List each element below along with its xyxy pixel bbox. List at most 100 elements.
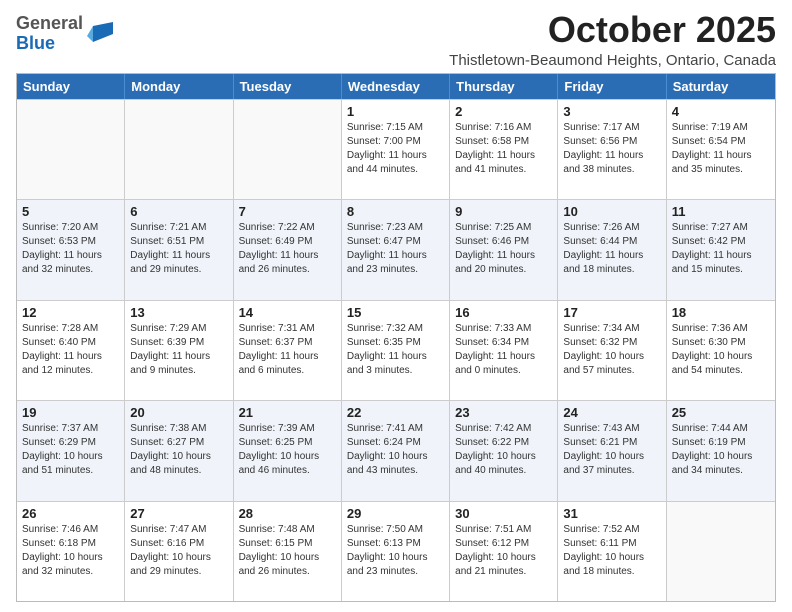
day-info: Sunrise: 7:15 AM Sunset: 7:00 PM Dayligh…: [347, 121, 444, 177]
day-info: Sunrise: 7:48 AM Sunset: 6:15 PM Dayligh…: [239, 523, 336, 579]
day-info: Sunrise: 7:27 AM Sunset: 6:42 PM Dayligh…: [672, 221, 770, 277]
day-info: Sunrise: 7:16 AM Sunset: 6:58 PM Dayligh…: [455, 121, 552, 177]
day-cell-15: 15 Sunrise: 7:32 AM Sunset: 6:35 PM Dayli…: [342, 301, 450, 400]
day-info: Sunrise: 7:41 AM Sunset: 6:24 PM Dayligh…: [347, 422, 444, 478]
day-info: Sunrise: 7:47 AM Sunset: 6:16 PM Dayligh…: [130, 523, 227, 579]
header-day-thursday: Thursday: [450, 74, 558, 99]
day-cell-31: 31 Sunrise: 7:52 AM Sunset: 6:11 PM Dayli…: [558, 502, 666, 601]
day-number: 31: [563, 506, 660, 521]
day-cell-16: 16Sunrise: 7:33 AM Sunset: 6:34 PM Dayli…: [450, 301, 558, 400]
day-number: 19: [22, 405, 119, 420]
day-number: 30: [455, 506, 552, 521]
week-2: 5Sunrise: 7:20 AM Sunset: 6:53 PM Daylig…: [17, 199, 775, 299]
day-cell-8: 8 Sunrise: 7:23 AM Sunset: 6:47 PM Daylig…: [342, 200, 450, 299]
day-cell-1: 1 Sunrise: 7:15 AM Sunset: 7:00 PM Daylig…: [342, 100, 450, 199]
day-cell-26: 26 Sunrise: 7:46 AM Sunset: 6:18 PM Dayli…: [17, 502, 125, 601]
day-number: 4: [672, 104, 770, 119]
day-number: 27: [130, 506, 227, 521]
day-number: 10: [563, 204, 660, 219]
day-info: Sunrise: 7:36 AM Sunset: 6:30 PM Dayligh…: [672, 322, 770, 378]
day-cell-30: 30 Sunrise: 7:51 AM Sunset: 6:12 PM Dayli…: [450, 502, 558, 601]
header-day-friday: Friday: [558, 74, 666, 99]
day-info: Sunrise: 7:25 AM Sunset: 6:46 PM Dayligh…: [455, 221, 552, 277]
day-number: 25: [672, 405, 770, 420]
header-day-wednesday: Wednesday: [342, 74, 450, 99]
day-number: 28: [239, 506, 336, 521]
day-number: 3: [563, 104, 660, 119]
day-info: Sunrise: 7:51 AM Sunset: 6:12 PM Dayligh…: [455, 523, 552, 579]
day-cell-11: 11 Sunrise: 7:27 AM Sunset: 6:42 PM Dayli…: [667, 200, 775, 299]
day-cell-25: 25 Sunrise: 7:44 AM Sunset: 6:19 PM Dayli…: [667, 401, 775, 500]
day-info: Sunrise: 7:38 AM Sunset: 6:27 PM Dayligh…: [130, 422, 227, 478]
day-cell-4: 4 Sunrise: 7:19 AM Sunset: 6:54 PM Daylig…: [667, 100, 775, 199]
day-cell-14: 14 Sunrise: 7:31 AM Sunset: 6:37 PM Dayli…: [234, 301, 342, 400]
day-number: 20: [130, 405, 227, 420]
calendar: SundayMondayTuesdayWednesdayThursdayFrid…: [16, 73, 776, 602]
day-cell-12: 12Sunrise: 7:28 AM Sunset: 6:40 PM Dayli…: [17, 301, 125, 400]
day-info: Sunrise: 7:33 AM Sunset: 6:34 PM Dayligh…: [455, 322, 552, 378]
header: General Blue October 2025 Thistletown-Be…: [16, 10, 776, 69]
day-cell-17: 17Sunrise: 7:34 AM Sunset: 6:32 PM Dayli…: [558, 301, 666, 400]
day-number: 21: [239, 405, 336, 420]
day-info: Sunrise: 7:50 AM Sunset: 6:13 PM Dayligh…: [347, 523, 444, 579]
day-info: Sunrise: 7:31 AM Sunset: 6:37 PM Dayligh…: [239, 322, 336, 378]
page: General Blue October 2025 Thistletown-Be…: [0, 0, 792, 612]
day-number: 1: [347, 104, 444, 119]
day-number: 24: [563, 405, 660, 420]
day-number: 12: [22, 305, 119, 320]
day-info: Sunrise: 7:23 AM Sunset: 6:47 PM Dayligh…: [347, 221, 444, 277]
day-number: 15: [347, 305, 444, 320]
day-cell-18: 18Sunrise: 7:36 AM Sunset: 6:30 PM Dayli…: [667, 301, 775, 400]
day-cell-28: 28 Sunrise: 7:48 AM Sunset: 6:15 PM Dayli…: [234, 502, 342, 601]
day-cell-7: 7Sunrise: 7:22 AM Sunset: 6:49 PM Daylig…: [234, 200, 342, 299]
day-number: 22: [347, 405, 444, 420]
calendar-header: SundayMondayTuesdayWednesdayThursdayFrid…: [17, 74, 775, 99]
day-cell-20: 20 Sunrise: 7:38 AM Sunset: 6:27 PM Dayli…: [125, 401, 233, 500]
day-info: Sunrise: 7:21 AM Sunset: 6:51 PM Dayligh…: [130, 221, 227, 277]
day-cell-13: 13 Sunrise: 7:29 AM Sunset: 6:39 PM Dayli…: [125, 301, 233, 400]
header-day-monday: Monday: [125, 74, 233, 99]
day-info: Sunrise: 7:43 AM Sunset: 6:21 PM Dayligh…: [563, 422, 660, 478]
day-number: 9: [455, 204, 552, 219]
day-cell-19: 19 Sunrise: 7:37 AM Sunset: 6:29 PM Dayli…: [17, 401, 125, 500]
logo-icon: [85, 20, 113, 48]
day-cell-22: 22 Sunrise: 7:41 AM Sunset: 6:24 PM Dayli…: [342, 401, 450, 500]
day-cell-24: 24 Sunrise: 7:43 AM Sunset: 6:21 PM Dayli…: [558, 401, 666, 500]
day-number: 8: [347, 204, 444, 219]
header-day-tuesday: Tuesday: [234, 74, 342, 99]
day-cell-2: 2 Sunrise: 7:16 AM Sunset: 6:58 PM Daylig…: [450, 100, 558, 199]
day-info: Sunrise: 7:29 AM Sunset: 6:39 PM Dayligh…: [130, 322, 227, 378]
day-info: Sunrise: 7:19 AM Sunset: 6:54 PM Dayligh…: [672, 121, 770, 177]
logo-text: General Blue: [16, 14, 83, 54]
week-5: 26 Sunrise: 7:46 AM Sunset: 6:18 PM Dayli…: [17, 501, 775, 601]
day-info: Sunrise: 7:37 AM Sunset: 6:29 PM Dayligh…: [22, 422, 119, 478]
day-number: 11: [672, 204, 770, 219]
day-info: Sunrise: 7:42 AM Sunset: 6:22 PM Dayligh…: [455, 422, 552, 478]
location-title: Thistletown-Beaumond Heights, Ontario, C…: [449, 52, 776, 69]
day-number: 2: [455, 104, 552, 119]
day-number: 14: [239, 305, 336, 320]
day-number: 5: [22, 204, 119, 219]
header-day-saturday: Saturday: [667, 74, 775, 99]
day-info: Sunrise: 7:26 AM Sunset: 6:44 PM Dayligh…: [563, 221, 660, 277]
logo-general: General: [16, 13, 83, 33]
title-block: October 2025 Thistletown-Beaumond Height…: [449, 10, 776, 69]
day-info: Sunrise: 7:32 AM Sunset: 6:35 PM Dayligh…: [347, 322, 444, 378]
day-info: Sunrise: 7:52 AM Sunset: 6:11 PM Dayligh…: [563, 523, 660, 579]
calendar-body: 1 Sunrise: 7:15 AM Sunset: 7:00 PM Daylig…: [17, 99, 775, 601]
day-cell-empty-4-6: [667, 502, 775, 601]
day-number: 17: [563, 305, 660, 320]
day-number: 26: [22, 506, 119, 521]
day-info: Sunrise: 7:44 AM Sunset: 6:19 PM Dayligh…: [672, 422, 770, 478]
day-number: 23: [455, 405, 552, 420]
day-cell-empty-0-1: [125, 100, 233, 199]
day-cell-10: 10 Sunrise: 7:26 AM Sunset: 6:44 PM Dayli…: [558, 200, 666, 299]
day-info: Sunrise: 7:17 AM Sunset: 6:56 PM Dayligh…: [563, 121, 660, 177]
day-cell-29: 29Sunrise: 7:50 AM Sunset: 6:13 PM Dayli…: [342, 502, 450, 601]
week-3: 12Sunrise: 7:28 AM Sunset: 6:40 PM Dayli…: [17, 300, 775, 400]
day-cell-empty-0-0: [17, 100, 125, 199]
month-title: October 2025: [449, 10, 776, 50]
day-cell-9: 9 Sunrise: 7:25 AM Sunset: 6:46 PM Daylig…: [450, 200, 558, 299]
day-info: Sunrise: 7:46 AM Sunset: 6:18 PM Dayligh…: [22, 523, 119, 579]
day-number: 13: [130, 305, 227, 320]
